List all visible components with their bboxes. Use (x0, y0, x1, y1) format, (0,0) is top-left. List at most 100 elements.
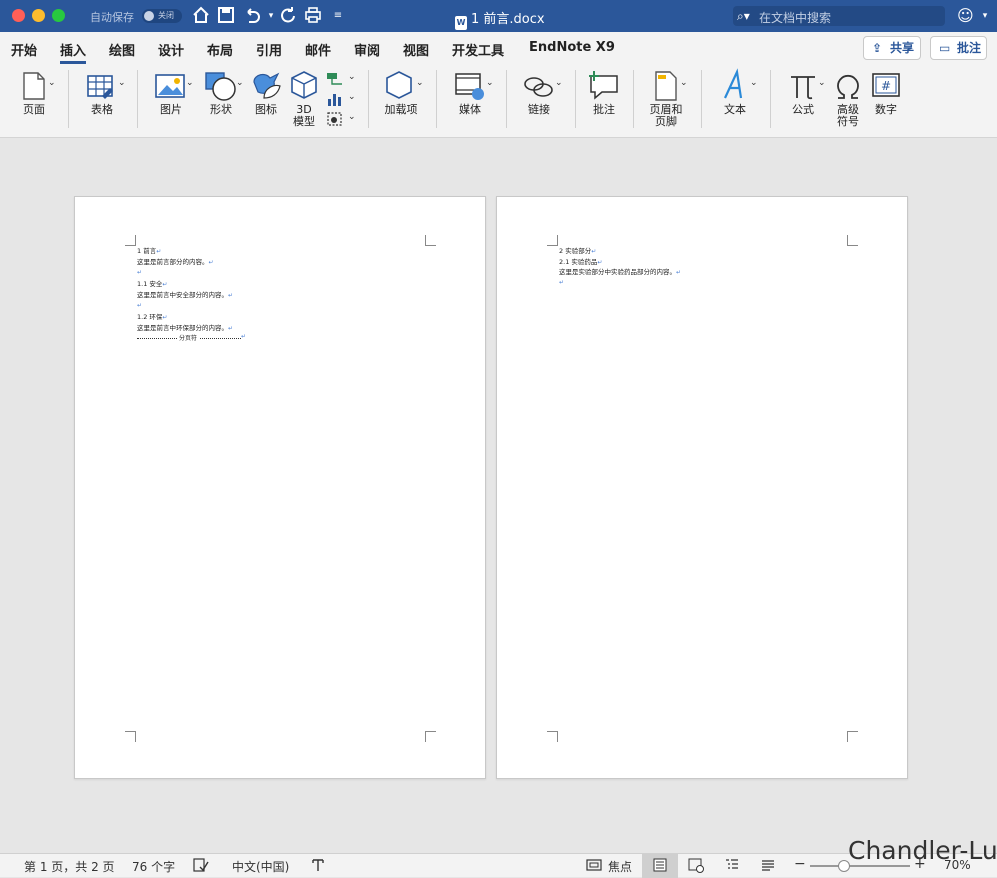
toggle-knob (144, 11, 154, 21)
focus-label[interactable]: 焦点 (608, 858, 632, 875)
search-placeholder: 在文档中搜索 (759, 11, 832, 25)
link-button[interactable]: 链接 (518, 68, 560, 132)
paragraph-mark: ↵ (228, 292, 234, 299)
media-icon (455, 73, 484, 100)
3d-model-label-2: 模型 (293, 115, 315, 128)
chevron-down-icon[interactable]: ⌄ (48, 78, 56, 88)
link-label: 链接 (528, 103, 550, 116)
heading-2[interactable]: 1.2 环保↵ (137, 313, 167, 322)
chevron-down-icon[interactable]: ⌄ (348, 112, 356, 122)
margin-corner (125, 235, 136, 246)
autosave-toggle[interactable]: 关闭 (142, 9, 182, 23)
body-paragraph[interactable]: 这里是前言中安全部分的内容。↵ (137, 291, 233, 300)
chevron-down-icon[interactable]: ⌄ (186, 78, 194, 88)
redo-icon[interactable] (278, 6, 298, 26)
table-button[interactable]: 表格 (82, 68, 122, 132)
undo-icon[interactable] (242, 6, 262, 26)
tab-references[interactable]: 引用 (256, 40, 282, 59)
chevron-down-icon[interactable]: ⌄ (555, 78, 563, 88)
chevron-down-icon[interactable]: ⌄ (486, 78, 494, 88)
chevron-down-icon[interactable]: ⌄ (750, 78, 758, 88)
web-layout-icon[interactable] (688, 857, 704, 873)
chart-icon[interactable] (326, 91, 344, 107)
save-icon[interactable] (216, 6, 236, 26)
new-comment-button[interactable]: 批注 (584, 68, 624, 132)
tab-insert[interactable]: 插入 (60, 40, 87, 64)
word-count[interactable]: 76 个字 (132, 858, 175, 875)
icons-label: 图标 (255, 103, 277, 116)
table-icon (87, 75, 113, 99)
document-canvas[interactable]: 1 前言↵ 这里是前言部分的内容。↵ ↵ 1.1 安全↵ 这里是前言中安全部分的… (0, 138, 997, 850)
picture-label: 图片 (160, 103, 182, 116)
tab-endnote[interactable]: EndNote X9 (529, 40, 615, 55)
chevron-down-icon[interactable]: ⌄ (416, 78, 424, 88)
customize-icon[interactable]: ≡ (328, 6, 348, 26)
chevron-down-icon[interactable]: ⌄ (348, 72, 356, 82)
text-predictions-icon[interactable] (310, 857, 326, 873)
share-button[interactable]: ⇪ 共享 (863, 36, 921, 60)
chevron-down-icon[interactable]: ⌄ (118, 78, 126, 88)
chevron-down-icon[interactable]: ⌄ (818, 78, 826, 88)
empty-paragraph[interactable]: ↵ (137, 268, 142, 277)
smiley-icon[interactable]: ☺ (957, 6, 977, 26)
document-title: W 1 前言.docx (455, 8, 545, 30)
comments-button[interactable]: ▭ 批注 (930, 36, 987, 60)
feedback-dropdown-icon[interactable]: ▾ (975, 6, 995, 26)
tab-layout[interactable]: 布局 (207, 40, 233, 59)
focus-icon[interactable] (586, 857, 602, 873)
paragraph-mark: ↵ (559, 279, 565, 286)
number-button[interactable]: # 数字 (868, 68, 904, 132)
print-layout-icon[interactable] (652, 857, 668, 873)
draft-view-icon[interactable] (760, 857, 776, 873)
heading-1[interactable]: 1 前言↵ (137, 247, 161, 256)
chevron-down-icon[interactable]: ⌄ (348, 92, 356, 102)
new-comment-icon (589, 71, 618, 100)
margin-corner (847, 731, 858, 742)
body-paragraph[interactable]: 这里是前言中环保部分的内容。↵ (137, 324, 233, 333)
minimize-window-button[interactable] (32, 9, 45, 22)
tab-developer[interactable]: 开发工具 (452, 40, 504, 59)
tab-home[interactable]: 开始 (11, 40, 37, 59)
tab-mailings[interactable]: 邮件 (305, 40, 331, 59)
comments-label: 批注 (957, 41, 982, 55)
zoom-out-button[interactable]: − (794, 856, 806, 872)
print-icon[interactable] (303, 6, 323, 26)
page-count[interactable]: 第 1 页，共 2 页 (24, 858, 115, 875)
home-icon[interactable] (191, 6, 211, 26)
page-label: 页面 (23, 103, 45, 116)
screenshot-icon[interactable] (326, 111, 344, 127)
heading-2[interactable]: 1.1 安全↵ (137, 280, 167, 289)
language-status[interactable]: 中文(中国) (232, 858, 289, 875)
document-page-1[interactable]: 1 前言↵ 这里是前言部分的内容。↵ ↵ 1.1 安全↵ 这里是前言中安全部分的… (74, 196, 486, 779)
heading-2[interactable]: 2.1 实验药品↵ (559, 258, 602, 267)
tab-draw[interactable]: 绘图 (109, 40, 135, 59)
3d-model-button[interactable]: 3D 模型 (286, 68, 322, 132)
table-label: 表格 (91, 103, 113, 116)
search-input[interactable]: ⌕▾ 在文档中搜索 (733, 6, 945, 26)
body-paragraph[interactable]: 这里是实验部分中实验药品部分的内容。↵ (559, 268, 681, 277)
empty-paragraph[interactable]: ↵ (559, 278, 564, 287)
tab-design[interactable]: 设计 (158, 40, 184, 59)
margin-corner (125, 731, 136, 742)
tab-view[interactable]: 视图 (403, 40, 429, 59)
tab-review[interactable]: 审阅 (354, 40, 380, 59)
body-paragraph[interactable]: 这里是前言部分的内容。↵ (137, 258, 214, 267)
document-page-2[interactable]: 2 实验部分↵ 2.1 实验药品↵ 这里是实验部分中实验药品部分的内容。↵ ↵ (496, 196, 908, 779)
proofing-icon[interactable] (193, 857, 209, 873)
outline-view-icon[interactable] (724, 857, 740, 873)
paragraph-mark: ↵ (162, 281, 168, 288)
maximize-window-button[interactable] (52, 9, 65, 22)
smartart-icon[interactable] (326, 71, 344, 87)
heading-1[interactable]: 2 实验部分↵ (559, 247, 596, 256)
chevron-down-icon[interactable]: ⌄ (236, 78, 244, 88)
paragraph-mark: ↵ (137, 269, 143, 276)
zoom-slider[interactable] (810, 865, 910, 867)
icons-button[interactable]: 图标 (247, 68, 285, 132)
symbol-button[interactable]: 高级 符号 (830, 68, 866, 132)
close-window-button[interactable] (12, 9, 25, 22)
chevron-down-icon[interactable]: ⌄ (680, 78, 688, 88)
autosave-state: 关闭 (158, 11, 174, 20)
picture-icon (155, 74, 185, 98)
page-break[interactable]: 分页符 ↵ (137, 333, 246, 342)
empty-paragraph[interactable]: ↵ (137, 301, 142, 310)
